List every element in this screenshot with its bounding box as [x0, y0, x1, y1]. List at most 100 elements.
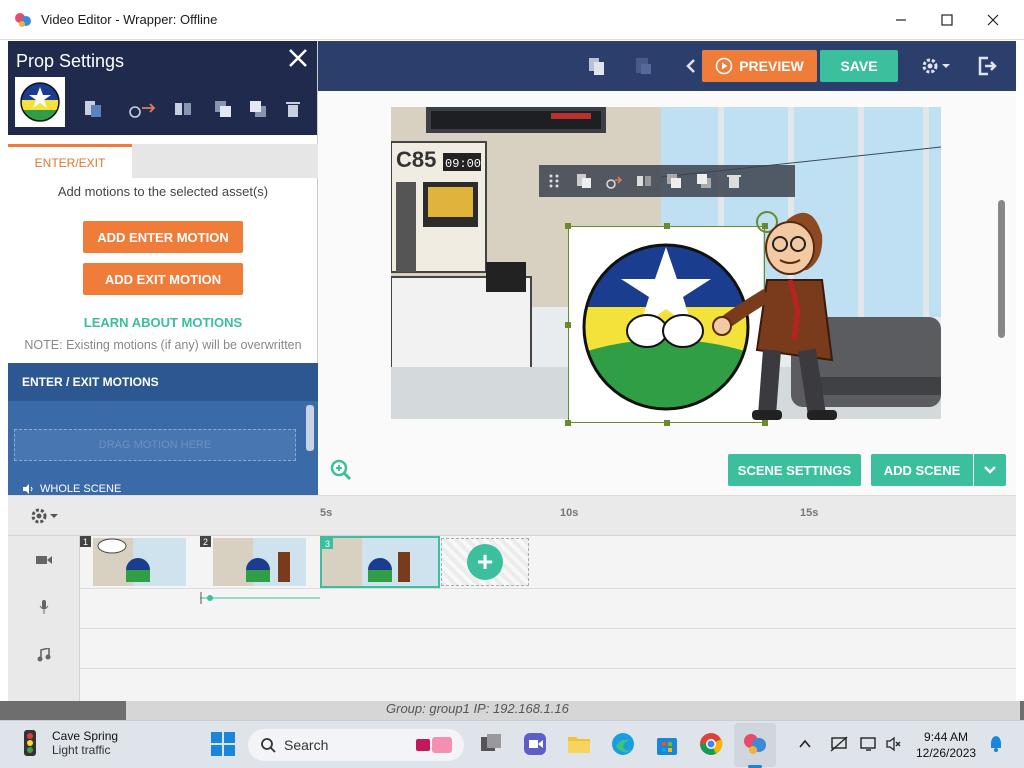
- copy-scene-icon[interactable]: [586, 55, 608, 77]
- edge-browser-icon[interactable]: [610, 731, 636, 757]
- timeline-scene-3-selected[interactable]: 3: [320, 536, 440, 588]
- chevron-up-icon[interactable]: [798, 737, 812, 751]
- overwrite-note: NOTE: Existing motions (if any) will be …: [24, 338, 302, 352]
- add-scene-tile[interactable]: +: [441, 538, 529, 586]
- store-icon[interactable]: [654, 731, 680, 757]
- resize-handle[interactable]: [565, 322, 571, 328]
- settings-menu-icon[interactable]: [920, 55, 952, 77]
- send-backward-icon[interactable]: [695, 172, 713, 190]
- timeline-tick: 15s: [800, 507, 819, 519]
- resize-handle[interactable]: [664, 420, 670, 426]
- exit-icon[interactable]: [976, 55, 998, 77]
- flip-icon[interactable]: [173, 99, 193, 119]
- task-view-icon[interactable]: [478, 731, 504, 757]
- add-exit-motion-button[interactable]: ADD EXIT MOTION: [83, 263, 243, 295]
- motions-scrollbar[interactable]: [306, 405, 314, 451]
- drag-motion-dropzone[interactable]: DRAG MOTION HERE: [14, 429, 296, 461]
- save-button[interactable]: SAVE: [820, 50, 898, 82]
- add-scene-button[interactable]: ADD SCENE: [871, 454, 973, 486]
- panel-title: Prop Settings: [16, 51, 125, 71]
- panel-close-button[interactable]: [288, 47, 308, 75]
- undo-icon[interactable]: [682, 55, 704, 77]
- microphone-icon: [39, 600, 49, 614]
- timeline-scene-1[interactable]: 1: [80, 536, 186, 588]
- close-icon: [289, 49, 307, 67]
- maximize-icon: [941, 14, 953, 26]
- volume-muted-icon[interactable]: [886, 736, 902, 752]
- scene-number: 2: [200, 536, 211, 547]
- businessman-character[interactable]: [712, 200, 852, 425]
- desktop-band: [126, 701, 1020, 720]
- stage-scrollbar-thumb[interactable]: [998, 200, 1005, 338]
- voice-clip[interactable]: [200, 592, 320, 604]
- bring-forward-icon[interactable]: [665, 172, 683, 190]
- delete-asset-icon[interactable]: [725, 172, 743, 190]
- timeline-tick: 10s: [560, 507, 579, 519]
- taskbar-search[interactable]: Search: [248, 729, 464, 761]
- add-scene-dropdown[interactable]: [974, 454, 1006, 486]
- preview-button[interactable]: PREVIEW: [702, 50, 817, 82]
- learn-about-motions-link[interactable]: LEARN ABOUT MOTIONS: [8, 315, 318, 330]
- add-enter-motion-button[interactable]: ADD ENTER MOTION: [83, 221, 243, 253]
- search-highlight-icon: [416, 737, 452, 753]
- file-explorer-icon[interactable]: [566, 731, 592, 757]
- tab-enter-exit[interactable]: ENTER/EXIT: [8, 144, 132, 178]
- delete-prop-icon[interactable]: [283, 99, 303, 119]
- chrome-icon[interactable]: [698, 731, 724, 757]
- resize-handle[interactable]: [664, 223, 670, 229]
- bring-forward-icon[interactable]: [213, 99, 233, 119]
- minimize-button[interactable]: [878, 0, 924, 40]
- scene-settings-button[interactable]: SCENE SETTINGS: [728, 454, 861, 486]
- display-icon[interactable]: [860, 736, 878, 752]
- group-ip-text: Group: group1 IP: 192.168.1.16: [386, 701, 569, 716]
- close-window-button[interactable]: [970, 0, 1016, 40]
- swap-prop-icon[interactable]: [83, 99, 103, 119]
- chevron-down-icon: [984, 466, 996, 474]
- network-disconnected-icon[interactable]: [830, 736, 848, 752]
- countryball-thumb-icon: [20, 82, 60, 122]
- clock-date: 12/26/2023: [916, 746, 977, 760]
- preview-label: PREVIEW: [739, 58, 804, 74]
- paste-scene-icon[interactable]: [632, 55, 654, 77]
- meet-app-icon[interactable]: [522, 731, 548, 757]
- close-icon: [987, 14, 999, 26]
- send-backward-icon[interactable]: [248, 99, 268, 119]
- maximize-button[interactable]: [924, 0, 970, 40]
- add-motion-icon[interactable]: [128, 99, 158, 119]
- stage-scrollbar[interactable]: [996, 100, 1006, 440]
- app-logo-icon: [15, 12, 31, 27]
- track-divider: [80, 628, 1016, 629]
- prop-settings-panel: Prop Settings ENTER/EXIT Add motions to …: [8, 41, 318, 495]
- timeline-scene-2[interactable]: 2: [200, 536, 306, 588]
- track-divider: [80, 588, 1016, 589]
- search-label: Search: [284, 737, 329, 753]
- windows-start-icon[interactable]: [210, 731, 236, 757]
- weather-widget[interactable]: Cave Spring Light traffic: [18, 729, 118, 757]
- scene-thumbnail: [213, 538, 306, 586]
- timeline-tick: 5s: [320, 507, 333, 519]
- resize-handle[interactable]: [565, 420, 571, 426]
- whole-scene-row[interactable]: WHOLE SCENE: [22, 483, 121, 495]
- taskbar: Cave Spring Light traffic Search 9:44 AM…: [0, 720, 1024, 768]
- track-labels: [8, 536, 80, 702]
- timeline-ruler: 5s 10s 15s: [8, 496, 1016, 536]
- asset-toolbar: [539, 165, 795, 197]
- timeline-settings-icon[interactable]: [30, 506, 60, 526]
- scene-thumbnail: [322, 538, 438, 586]
- notification-bell-icon[interactable]: [988, 735, 1004, 753]
- window-titlebar: Video Editor - Wrapper: Offline: [0, 0, 1024, 40]
- zoom-in-icon[interactable]: [330, 459, 352, 481]
- swap-asset-icon[interactable]: [575, 172, 593, 190]
- video-editor-app-icon[interactable]: [742, 731, 768, 757]
- drag-handle-icon[interactable]: [545, 172, 563, 190]
- system-clock[interactable]: 9:44 AM 12/26/2023: [916, 729, 976, 761]
- resize-handle[interactable]: [565, 223, 571, 229]
- clock-time: 9:44 AM: [924, 730, 969, 744]
- weather-subtitle: Light traffic: [52, 743, 111, 757]
- motions-header: ENTER / EXIT MOTIONS: [8, 363, 318, 401]
- flip-icon[interactable]: [635, 172, 653, 190]
- scene-number: 3: [322, 538, 333, 549]
- add-motion-icon[interactable]: [605, 172, 623, 190]
- track-divider: [80, 668, 1016, 669]
- whole-scene-label: WHOLE SCENE: [40, 483, 122, 495]
